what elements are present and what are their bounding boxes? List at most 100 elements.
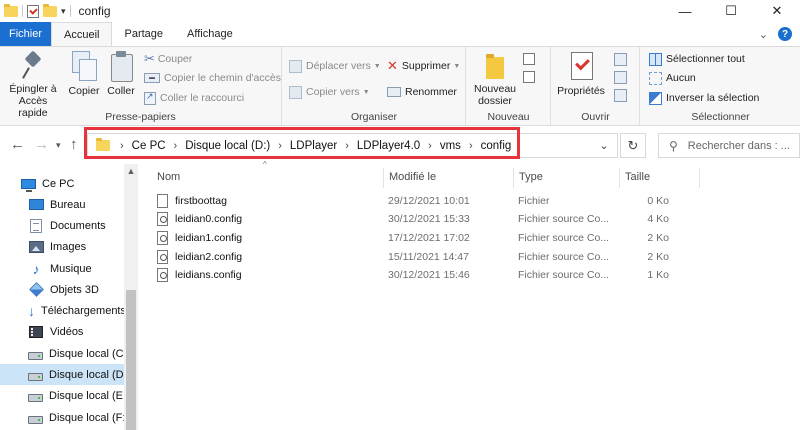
expand-ribbon-icon[interactable]: ⌄	[759, 28, 768, 41]
scrollbar-thumb[interactable]	[126, 290, 136, 430]
nav-item-documents[interactable]: Documents	[0, 215, 124, 236]
chevron-right-icon[interactable]: ›	[170, 140, 182, 152]
nav-item-label: Disque local (D:)	[49, 368, 131, 381]
nav-item-disque-f[interactable]: Disque local (F:)	[0, 407, 129, 428]
nav-item-telechargements[interactable]: ↓ Téléchargements	[0, 300, 126, 321]
nav-item-images[interactable]: Images	[0, 236, 124, 257]
chevron-right-icon[interactable]: ›	[465, 140, 477, 152]
table-row[interactable]: leidian0.config 30/12/2021 15:33 Fichier…	[155, 210, 695, 228]
column-header-name[interactable]: Nom	[157, 168, 180, 186]
properties-icon[interactable]	[27, 4, 39, 18]
chevron-right-icon[interactable]: ›	[341, 140, 353, 152]
nav-item-ce-pc[interactable]: Ce PC	[0, 173, 124, 194]
column-header-modified[interactable]: Modifié le	[389, 168, 436, 186]
ribbon-tabs: Fichier Accueil Partage Affichage	[0, 22, 800, 46]
maximize-button[interactable]: ☐	[708, 0, 754, 22]
recent-locations-icon[interactable]: ▾	[56, 140, 61, 151]
paste-shortcut-button[interactable]: Coller le raccourci	[144, 89, 244, 107]
copy-to-button[interactable]: Copier vers ▼	[289, 83, 370, 101]
file-modified: 17/12/2021 17:02	[388, 232, 470, 244]
table-row[interactable]: leidian1.config 17/12/2021 17:02 Fichier…	[155, 229, 695, 247]
paste-button[interactable]: Coller	[104, 51, 138, 97]
select-all-button[interactable]: Sélectionner tout	[649, 50, 745, 68]
nav-item-musique[interactable]: ♪ Musique	[0, 258, 124, 279]
select-group-label: Sélectionner	[691, 111, 750, 123]
minimize-button[interactable]: —	[662, 0, 708, 22]
cut-button[interactable]: ✂ Couper	[144, 50, 192, 68]
tab-affichage[interactable]: Affichage	[175, 22, 245, 46]
select-none-button[interactable]: Aucun	[649, 69, 696, 87]
breadcrumb-ce-pc[interactable]: Ce PC	[128, 140, 170, 152]
easy-access-icon[interactable]	[523, 71, 535, 83]
copy-button[interactable]: Copier	[66, 51, 102, 97]
nav-item-bureau[interactable]: Bureau	[0, 194, 124, 215]
properties-icon	[568, 51, 594, 81]
edit-icon[interactable]	[614, 71, 627, 84]
column-divider[interactable]	[619, 168, 620, 188]
breadcrumb-config[interactable]: config	[477, 140, 516, 152]
breadcrumb-ldplayer[interactable]: LDPlayer	[286, 140, 341, 152]
customize-dropdown-icon[interactable]: ▾	[61, 6, 66, 17]
pin-quick-access-button[interactable]: Épingler à Accès rapide	[4, 51, 62, 119]
back-arrow-icon[interactable]: ←	[10, 136, 25, 153]
refresh-icon: ↻	[627, 137, 639, 153]
chevron-right-icon[interactable]: ›	[116, 140, 128, 152]
select-none-label: Aucun	[666, 72, 696, 84]
breadcrumb-vms[interactable]: vms	[436, 140, 465, 152]
address-bar[interactable]: › Ce PC › Disque local (D:) › LDPlayer ›…	[87, 133, 618, 158]
drive-icon-wrap	[28, 389, 43, 403]
new-folder-icon[interactable]	[43, 3, 57, 17]
tab-accueil[interactable]: Accueil	[51, 22, 113, 46]
objects-3d-icon	[28, 282, 44, 297]
rename-button[interactable]: Renommer	[387, 83, 457, 101]
rename-icon	[387, 87, 401, 97]
breadcrumb-ldplayer4[interactable]: LDPlayer4.0	[353, 140, 424, 152]
help-icon[interactable]: ?	[778, 27, 792, 41]
nav-item-videos[interactable]: Vidéos	[0, 321, 124, 342]
properties-button[interactable]: Propriétés	[556, 51, 606, 97]
address-history-dropdown-icon[interactable]: ⌄	[591, 134, 617, 157]
images-icon-wrap	[28, 240, 44, 254]
clipboard-group-label: Presse-papiers	[105, 111, 176, 123]
nav-item-disque-e[interactable]: Disque local (E:)	[0, 385, 130, 406]
history-icon[interactable]	[614, 89, 627, 102]
tab-partage[interactable]: Partage	[112, 22, 175, 46]
column-header-type[interactable]: Type	[519, 168, 543, 186]
nav-item-objets-3d[interactable]: Objets 3D	[0, 279, 124, 300]
table-row[interactable]: firstboottag 29/12/2021 10:01 Fichier 0 …	[155, 192, 695, 210]
new-folder-button[interactable]: Nouveau dossier	[473, 51, 517, 107]
invert-selection-button[interactable]: Inverser la sélection	[649, 89, 759, 107]
nav-item-disque-d[interactable]: Disque local (D:)	[0, 364, 130, 385]
new-item-icon[interactable]	[523, 53, 535, 65]
column-header-size[interactable]: Taille	[625, 168, 650, 186]
table-row[interactable]: leidians.config 30/12/2021 15:46 Fichier…	[155, 266, 695, 284]
tab-fichier[interactable]: Fichier	[0, 22, 52, 46]
scroll-up-arrow-icon[interactable]: ▲	[124, 166, 138, 176]
forward-arrow-icon[interactable]: →	[34, 136, 49, 153]
close-button[interactable]: ✕	[754, 0, 800, 22]
chevron-right-icon[interactable]: ›	[274, 140, 286, 152]
copy-path-button[interactable]: ▬ Copier le chemin d'accès	[144, 69, 281, 87]
scissors-icon: ✂	[144, 51, 155, 66]
invert-selection-icon	[649, 91, 662, 105]
drive-icon	[28, 372, 43, 381]
nav-scrollbar[interactable]: ▲	[124, 164, 138, 430]
column-divider[interactable]	[699, 168, 700, 188]
column-divider[interactable]	[513, 168, 514, 188]
up-arrow-icon[interactable]: ↑	[70, 136, 78, 153]
nav-item-label: Ce PC	[42, 177, 75, 190]
videos-icon-wrap	[28, 325, 44, 339]
column-divider[interactable]	[383, 168, 384, 188]
delete-button[interactable]: ✕ Supprimer ▼	[387, 57, 460, 75]
refresh-button[interactable]: ↻	[620, 133, 646, 158]
file-size: 2 Ko	[647, 251, 669, 263]
nav-item-label: Disque local (C:)	[49, 347, 131, 360]
search-input[interactable]: ⚲ Rechercher dans : ...	[658, 133, 800, 158]
table-row[interactable]: leidian2.config 15/11/2021 14:47 Fichier…	[155, 248, 695, 266]
move-to-button[interactable]: Déplacer vers ▼	[289, 57, 381, 75]
open-icon[interactable]	[614, 53, 627, 66]
chevron-right-icon[interactable]: ›	[424, 140, 436, 152]
clipboard-group: Épingler à Accès rapide Copier Coller ✂ …	[0, 47, 282, 125]
breadcrumb-disque-local-d[interactable]: Disque local (D:)	[181, 140, 274, 152]
nav-item-disque-c[interactable]: Disque local (C:)	[0, 343, 130, 364]
